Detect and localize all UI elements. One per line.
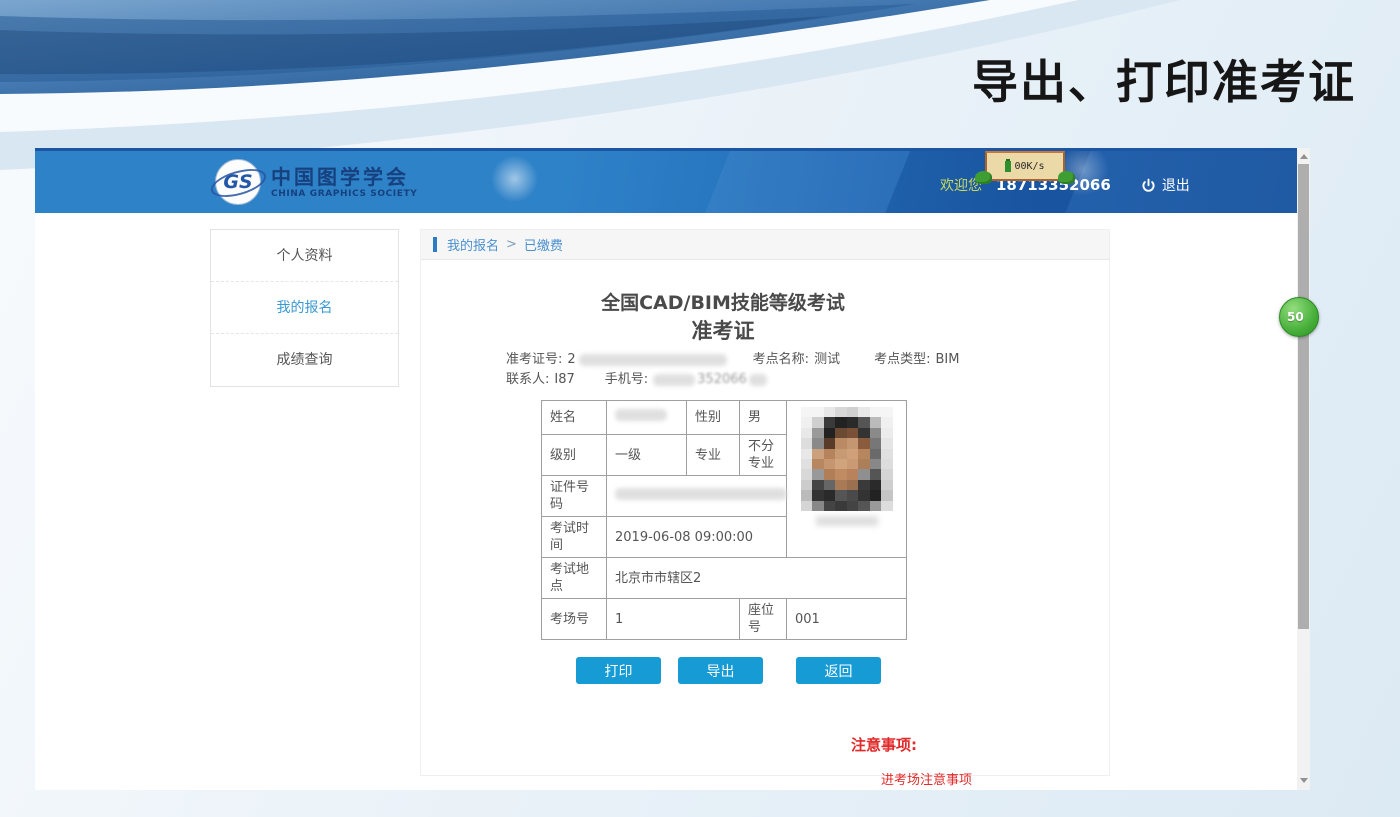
logo-text: 中国图学学会 CHINA GRAPHICS SOCIETY	[271, 165, 417, 199]
seat-value: 001	[787, 599, 907, 640]
contact-value: I87	[554, 370, 574, 390]
logout-button[interactable]: 退出	[1141, 175, 1190, 195]
breadcrumb-separator: >	[506, 237, 517, 252]
ticket-no-label: 准考证号:	[506, 350, 562, 370]
ticket-info-row-2: 联系人: I87 手机号: 352066	[506, 370, 973, 390]
ticket-subtitle: 准考证	[473, 316, 973, 346]
sidebar-item-my-registration[interactable]: 我的报名	[211, 282, 398, 334]
pixel-character-icon	[1005, 161, 1011, 172]
candidate-photo	[801, 407, 893, 511]
breadcrumb-accent-bar	[433, 237, 437, 252]
seat-label: 座位号	[740, 599, 787, 640]
photo-caption-redacted	[816, 516, 878, 526]
notice-title: 注意事项:	[851, 734, 973, 755]
slide-title: 导出、打印准考证	[972, 46, 1356, 112]
breadcrumb-page: 已缴费	[524, 235, 563, 254]
room-value: 1	[607, 599, 740, 640]
speed-ball-value: 50	[1287, 310, 1304, 324]
scroll-up-arrow[interactable]	[1297, 149, 1310, 164]
notice-link[interactable]: 进考场注意事项	[881, 769, 972, 788]
sidebar-item-score-query[interactable]: 成绩查询	[211, 334, 398, 386]
ticket-info-row-1: 准考证号: 2 考点名称: 测试 考点类型: BIM	[506, 350, 973, 370]
print-button[interactable]: 打印	[576, 657, 661, 684]
time-label: 考试时间	[542, 517, 607, 558]
photo-cell	[787, 401, 907, 558]
page-body: 个人资料 我的报名 成绩查询 我的报名 > 已缴费 全国CAD/BIM技能等级考…	[35, 213, 1297, 790]
graphics-society-logo-icon: GS	[215, 159, 261, 205]
place-value: 北京市市辖区2	[607, 558, 907, 599]
phone-redacted-2	[749, 374, 767, 386]
bush-icon	[975, 171, 992, 184]
exam-title: 全国CAD/BIM技能等级考试	[473, 290, 973, 316]
site-logo[interactable]: GS 中国图学学会 CHINA GRAPHICS SOCIETY	[215, 159, 417, 205]
gender-value: 男	[740, 401, 787, 435]
ticket-no-visible: 2	[567, 350, 575, 370]
logo-title: 中国图学学会	[271, 165, 417, 189]
level-label: 级别	[542, 435, 607, 476]
sidebar-item-personal-info[interactable]: 个人资料	[211, 230, 398, 282]
network-speed-value: 00K/s	[1014, 161, 1044, 172]
main-content-card: 我的报名 > 已缴费 全国CAD/BIM技能等级考试 准考证 准考证号: 2 考…	[420, 229, 1110, 776]
name-value	[607, 401, 687, 435]
breadcrumb: 我的报名 > 已缴费	[421, 230, 1109, 260]
export-button[interactable]: 导出	[678, 657, 763, 684]
back-button[interactable]: 返回	[796, 657, 881, 684]
gender-label: 性别	[687, 401, 740, 435]
table-row: 考试地点 北京市市辖区2	[542, 558, 907, 599]
time-value: 2019-06-08 09:00:00	[607, 517, 787, 558]
site-type-value: BIM	[935, 350, 959, 370]
logo-subtitle: CHINA GRAPHICS SOCIETY	[271, 189, 417, 199]
contact-label: 联系人:	[506, 370, 549, 390]
table-row: 姓名 性别 男	[542, 401, 907, 435]
power-icon	[1141, 178, 1156, 193]
ticket-no-redacted	[579, 354, 727, 366]
sidebar: 个人资料 我的报名 成绩查询	[210, 229, 399, 387]
id-value	[607, 476, 787, 517]
name-label: 姓名	[542, 401, 607, 435]
ticket-table: 姓名 性别 男 级别 一级 专业 不分专业	[541, 400, 907, 640]
speed-ball-widget[interactable]: 50	[1279, 297, 1319, 337]
breadcrumb-section[interactable]: 我的报名	[447, 235, 499, 254]
room-label: 考场号	[542, 599, 607, 640]
scrollbar-thumb[interactable]	[1298, 164, 1309, 629]
bush-icon	[1058, 171, 1075, 184]
site-type-label: 考点类型:	[874, 350, 930, 370]
phone-redacted	[653, 374, 695, 386]
major-value: 不分专业	[740, 435, 787, 476]
table-row: 考场号 1 座位号 001	[542, 599, 907, 640]
phone-label: 手机号:	[605, 370, 648, 390]
button-row: 打印 导出 返回	[576, 657, 973, 684]
site-header: GS 中国图学学会 CHINA GRAPHICS SOCIETY 00K/s 欢…	[35, 148, 1297, 213]
scroll-down-arrow[interactable]	[1297, 773, 1310, 788]
phone-visible: 352066	[697, 370, 747, 390]
id-label: 证件号码	[542, 476, 607, 517]
place-label: 考试地点	[542, 558, 607, 599]
network-speed-widget: 00K/s	[985, 151, 1065, 181]
level-value: 一级	[607, 435, 687, 476]
site-name-label: 考点名称:	[753, 350, 809, 370]
logo-orbit-ring	[208, 164, 269, 203]
logout-label: 退出	[1162, 175, 1190, 195]
major-label: 专业	[687, 435, 740, 476]
browser-screenshot: GS 中国图学学会 CHINA GRAPHICS SOCIETY 00K/s 欢…	[35, 148, 1310, 790]
admission-ticket: 全国CAD/BIM技能等级考试 准考证 准考证号: 2 考点名称: 测试 考点类…	[473, 260, 973, 788]
scrollbar[interactable]	[1297, 148, 1310, 790]
site-name-value: 测试	[814, 350, 840, 370]
